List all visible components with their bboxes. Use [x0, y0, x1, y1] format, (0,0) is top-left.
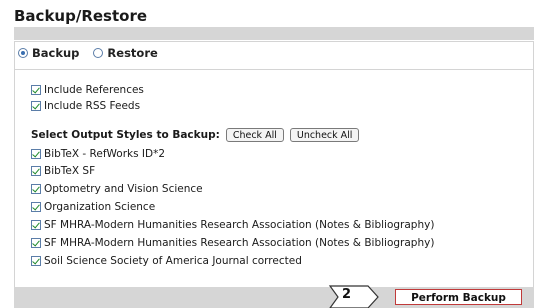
uncheck-all-button[interactable]: Uncheck All — [289, 128, 360, 142]
perform-backup-button[interactable]: Perform Backup — [395, 289, 522, 305]
include-references-option[interactable]: Include References — [31, 83, 144, 97]
style-label: Soil Science Society of America Journal … — [44, 255, 302, 267]
backup-restore-page: Backup/Restore Backup Restore Include Re… — [0, 0, 545, 308]
page-title: Backup/Restore — [14, 7, 148, 25]
style-checkbox[interactable] — [31, 202, 41, 212]
style-item[interactable]: BibTeX SF — [31, 164, 95, 178]
styles-header: Select Output Styles to Backup: Check Al… — [31, 127, 360, 143]
header-band — [14, 27, 534, 40]
radio-backup-label: Backup — [32, 46, 80, 60]
style-label: Optometry and Vision Science — [44, 183, 203, 195]
radio-restore-indicator[interactable] — [93, 48, 104, 58]
style-label: BibTeX SF — [44, 165, 96, 177]
include-rss-option[interactable]: Include RSS Feeds — [31, 99, 140, 113]
style-item[interactable]: Soil Science Society of America Journal … — [31, 254, 302, 268]
check-all-button[interactable]: Check All — [225, 128, 284, 142]
style-label: BibTeX - RefWorks ID*2 — [44, 148, 166, 160]
style-checkbox[interactable] — [31, 184, 41, 194]
radio-restore-label: Restore — [107, 46, 158, 60]
radio-backup[interactable]: Backup — [18, 46, 79, 60]
style-item[interactable]: SF MHRA-Modern Humanities Research Assoc… — [31, 236, 434, 250]
radio-restore[interactable]: Restore — [93, 46, 158, 60]
style-item[interactable]: Organization Science — [31, 200, 155, 214]
style-item[interactable]: Optometry and Vision Science — [31, 182, 203, 196]
styles-header-label: Select Output Styles to Backup: — [31, 129, 220, 141]
style-label: SF MHRA-Modern Humanities Research Assoc… — [44, 219, 435, 231]
style-checkbox[interactable] — [31, 220, 41, 230]
style-checkbox[interactable] — [31, 166, 41, 176]
include-references-label: Include References — [44, 84, 144, 96]
style-checkbox[interactable] — [31, 149, 41, 159]
style-item[interactable]: SF MHRA-Modern Humanities Research Assoc… — [31, 218, 434, 232]
mode-divider — [14, 69, 534, 70]
include-rss-label: Include RSS Feeds — [44, 100, 141, 112]
radio-backup-indicator[interactable] — [18, 48, 28, 58]
style-item[interactable]: BibTeX - RefWorks ID*2 — [31, 147, 165, 161]
step-number: 2 — [342, 287, 352, 302]
step-arrow-icon — [328, 285, 379, 308]
include-rss-checkbox[interactable] — [31, 101, 41, 111]
style-checkbox[interactable] — [31, 256, 41, 266]
mode-selector: Backup Restore — [18, 44, 172, 62]
include-references-checkbox[interactable] — [31, 85, 41, 95]
style-label: Organization Science — [44, 201, 156, 213]
style-checkbox[interactable] — [31, 238, 41, 248]
style-label: SF MHRA-Modern Humanities Research Assoc… — [44, 237, 435, 249]
